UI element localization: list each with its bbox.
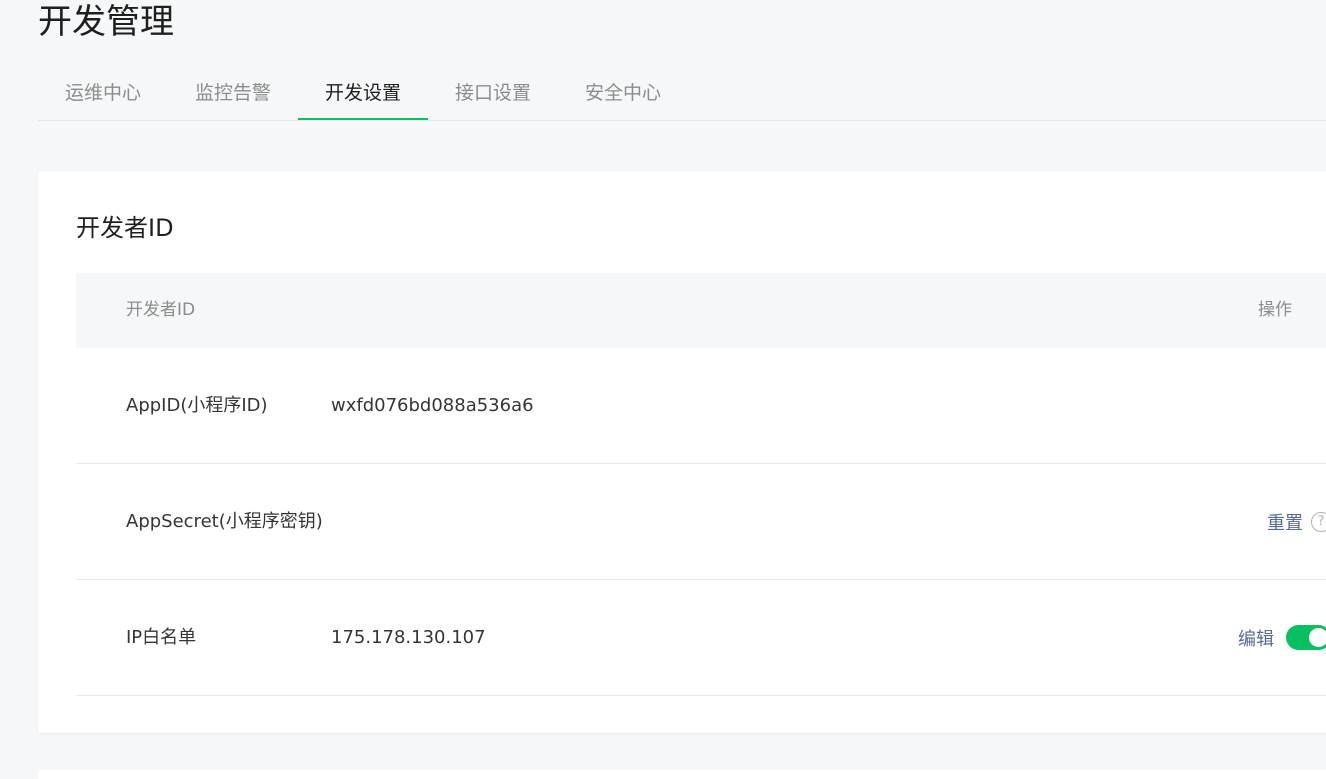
ip-whitelist-toggle[interactable] [1286,625,1326,650]
edit-link[interactable]: 编辑 [1238,625,1274,651]
card-title: 开发者ID [76,214,174,242]
ip-whitelist-value: 175.178.130.107 [331,627,486,648]
ip-whitelist-actions: 编辑 [1238,580,1326,695]
tab-bar: 运维中心 监控告警 开发设置 接口设置 安全中心 [38,66,1326,121]
tab-monitoring-alerts[interactable]: 监控告警 [168,66,298,120]
header-developer-id: 开发者ID [126,300,196,320]
row-label: IP白名单 [126,627,197,648]
table-row-appsecret: AppSecret(小程序密钥) 重置 ? [76,464,1326,580]
page-title: 开发管理 [38,2,174,42]
table-row-ip-whitelist: IP白名单 175.178.130.107 编辑 [76,580,1326,696]
reset-link[interactable]: 重置 [1267,509,1303,535]
tab-dev-settings[interactable]: 开发设置 [298,66,428,120]
help-icon[interactable]: ? [1311,511,1326,532]
tab-security-center[interactable]: 安全中心 [558,66,688,120]
tab-api-settings[interactable]: 接口设置 [428,66,558,120]
developer-id-card: 开发者ID 开发者ID 操作 AppID(小程序ID) wxfd076bd088… [38,171,1326,733]
table-row-appid: AppID(小程序ID) wxfd076bd088a536a6 [76,348,1326,464]
row-label: AppID(小程序ID) [126,395,268,416]
table-header: 开发者ID 操作 [76,273,1326,348]
appsecret-actions: 重置 ? [1267,464,1326,579]
row-label: AppSecret(小程序密钥) [126,511,323,532]
appid-value: wxfd076bd088a536a6 [331,395,534,416]
tab-ops-center[interactable]: 运维中心 [38,66,168,120]
toggle-knob [1309,628,1326,647]
header-action: 操作 [1258,300,1292,320]
next-card [38,770,1326,779]
page: 开发管理 运维中心 监控告警 开发设置 接口设置 安全中心 开发者ID 开发者I… [0,0,1326,779]
